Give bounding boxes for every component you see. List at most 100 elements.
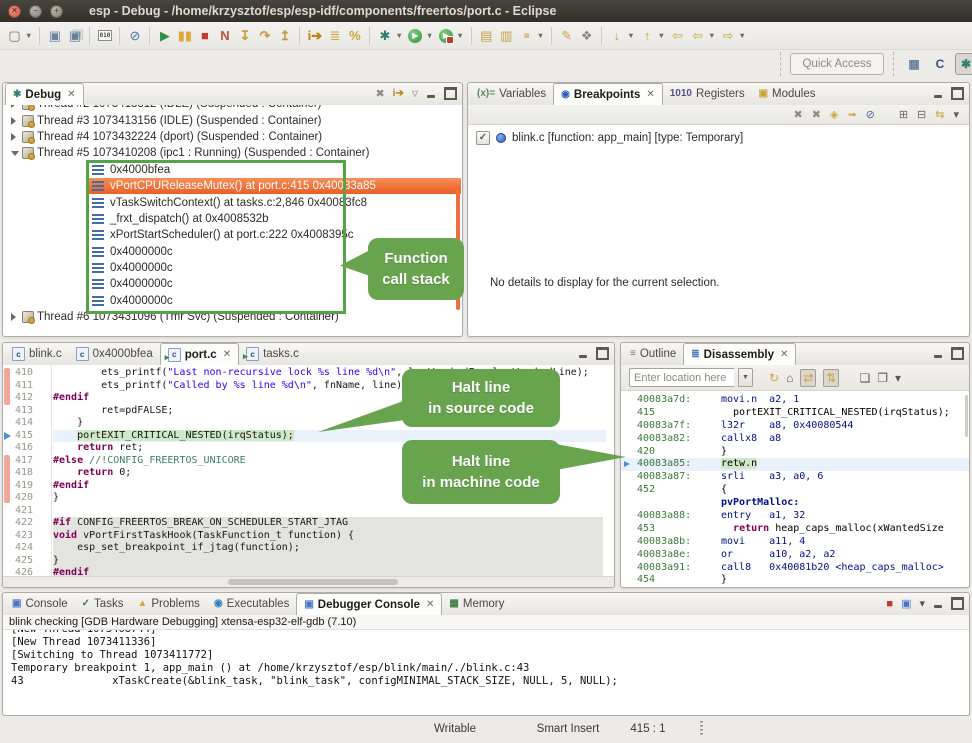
close-icon[interactable]: ✕ bbox=[67, 89, 75, 100]
skip-all-breakpoints-icon[interactable]: ⊘ bbox=[866, 108, 875, 121]
disasm-line[interactable]: 452{ bbox=[621, 484, 969, 497]
display-selected-console-icon[interactable]: ▣ bbox=[901, 597, 911, 610]
tab-0x4000bfea[interactable]: c0x4000bfea bbox=[69, 343, 160, 365]
minimize-icon[interactable] bbox=[933, 89, 943, 99]
console-dropdown-icon[interactable]: ▾ bbox=[919, 597, 925, 610]
close-icon[interactable]: ✕ bbox=[780, 349, 788, 360]
twisty-icon[interactable] bbox=[11, 151, 19, 156]
disasm-line[interactable]: 40083a7d:movi.n a2, 1 bbox=[621, 394, 969, 407]
minimize-icon[interactable] bbox=[426, 89, 436, 99]
step-into-button[interactable]: ↧ bbox=[235, 26, 254, 46]
breakpoint-row[interactable]: ✓ blink.c [function: app_main] [type: Te… bbox=[468, 125, 969, 145]
disasm-line[interactable]: 40083a85:retw.n bbox=[621, 458, 969, 471]
tab-breakpoints[interactable]: ◉Breakpoints✕ bbox=[553, 83, 663, 106]
tab-debugger-console[interactable]: ▣Debugger Console✕ bbox=[296, 593, 442, 616]
location-dropdown-icon[interactable]: ▼ bbox=[738, 368, 753, 387]
c-cpp-perspective-button[interactable]: C bbox=[929, 53, 951, 75]
use-step-filters-button[interactable]: % bbox=[345, 26, 364, 46]
forward-dropdown-icon[interactable]: ▼ bbox=[739, 31, 746, 40]
expand-all-icon[interactable]: ⊞ bbox=[899, 108, 908, 121]
window-close-button[interactable]: ✕ bbox=[8, 5, 21, 18]
twisty-icon[interactable] bbox=[11, 133, 16, 141]
pin-to-context-icon[interactable]: ❐ bbox=[877, 371, 888, 385]
editor-code-line[interactable]: 421 bbox=[3, 505, 614, 518]
debug-button[interactable]: ✱ bbox=[375, 26, 394, 46]
remove-all-terminated-icon[interactable]: ✖ bbox=[375, 87, 384, 100]
tab-problems[interactable]: ▲Problems bbox=[130, 593, 206, 615]
maximize-icon[interactable] bbox=[951, 347, 964, 360]
open-perspective-button[interactable]: ▦ bbox=[903, 53, 925, 75]
disasm-line[interactable]: 40083a88:entry a1, 32 bbox=[621, 510, 969, 523]
home-icon[interactable]: ⌂ bbox=[786, 371, 793, 385]
save-all-button[interactable]: ▣ bbox=[65, 26, 84, 46]
disasm-line[interactable]: 453 return heap_caps_malloc(xWantedSize bbox=[621, 523, 969, 536]
resume-button[interactable]: ▶ bbox=[155, 26, 174, 46]
disasm-line[interactable]: 40083a8b:movi a11, 4 bbox=[621, 536, 969, 549]
tab-variables[interactable]: (x)=Variables bbox=[470, 83, 553, 105]
disasm-line[interactable]: 40083a7f:l32r a8, 0x40080544 bbox=[621, 420, 969, 433]
window-minimize-button[interactable]: − bbox=[29, 5, 42, 18]
window-maximize-button[interactable]: + bbox=[50, 5, 63, 18]
annotation-properties-button[interactable]: ❖ bbox=[577, 26, 596, 46]
track-expression-icon[interactable]: ⇅ bbox=[823, 369, 839, 387]
twisty-icon[interactable] bbox=[11, 105, 16, 108]
tab-disassembly[interactable]: ≣Disassembly✕ bbox=[683, 343, 796, 366]
run-dropdown-icon[interactable]: ▼ bbox=[426, 31, 433, 40]
maximize-icon[interactable] bbox=[951, 87, 964, 100]
editor-code-line[interactable]: 425} bbox=[3, 555, 614, 568]
disasm-line[interactable]: 40083a91:call8 0x40081b20 <heap_caps_mal… bbox=[621, 562, 969, 575]
previous-edit-location-button[interactable]: ↑ bbox=[638, 26, 657, 46]
debug-thread-row[interactable]: Thread #4 1073432224 (dport) (Suspended … bbox=[3, 129, 462, 145]
new-c-project-button[interactable]: ▤ bbox=[477, 26, 496, 46]
debug-thread-row[interactable]: Thread #3 1073413156 (IDLE) (Suspended :… bbox=[3, 112, 462, 128]
previous-edit-location-dropdown-icon[interactable]: ▼ bbox=[658, 31, 665, 40]
external-tools-button[interactable]: ▶ bbox=[436, 26, 455, 46]
status-drag-handle[interactable] bbox=[700, 721, 703, 737]
step-over-button[interactable]: ↷ bbox=[255, 26, 274, 46]
minimize-icon[interactable] bbox=[933, 349, 943, 359]
close-icon[interactable]: ✕ bbox=[646, 89, 654, 100]
disasm-line[interactable]: 40083a82:callx8 a8 bbox=[621, 433, 969, 446]
editor-code-line[interactable]: 422#if CONFIG_FREERTOS_BREAK_ON_SCHEDULE… bbox=[3, 517, 614, 530]
disasm-line[interactable]: 415 portEXIT_CRITICAL_NESTED(irqStatus); bbox=[621, 407, 969, 420]
last-edit-location-dropdown-icon[interactable]: ▼ bbox=[627, 31, 634, 40]
terminate-button[interactable]: ■ bbox=[195, 26, 214, 46]
view-menu-icon[interactable]: ▽ bbox=[412, 89, 418, 98]
tab-registers[interactable]: 1010Registers bbox=[663, 83, 752, 105]
editor-code-line[interactable]: 423void vPortFirstTaskHook(TaskFunction_… bbox=[3, 530, 614, 543]
remove-breakpoint-icon[interactable]: ✖ bbox=[793, 108, 802, 121]
twisty-icon[interactable] bbox=[11, 313, 16, 321]
remove-all-breakpoints-icon[interactable]: ✖ bbox=[812, 108, 821, 121]
horizontal-scrollbar[interactable] bbox=[3, 576, 614, 587]
tab-tasks-c[interactable]: c▸tasks.c bbox=[239, 343, 306, 365]
binary-file-button[interactable]: 010 bbox=[95, 26, 114, 46]
minimize-icon[interactable] bbox=[578, 349, 588, 359]
refresh-icon[interactable]: ↻ bbox=[769, 371, 779, 385]
forward-button[interactable]: ⇨ bbox=[719, 26, 738, 46]
disasm-line[interactable]: 454} bbox=[621, 574, 969, 587]
back-to-button[interactable]: ⇦ bbox=[668, 26, 687, 46]
back-button[interactable]: ⇦ bbox=[688, 26, 707, 46]
debug-perspective-button[interactable]: ✱ bbox=[955, 53, 972, 75]
new-wizard-dropdown-icon[interactable]: ▼ bbox=[25, 31, 32, 40]
show-supported-breakpoints-icon[interactable]: ◈ bbox=[830, 108, 838, 121]
close-icon[interactable]: ✕ bbox=[223, 349, 231, 360]
editor-code-line[interactable]: 424 esp_set_breakpoint_if_jtag(function)… bbox=[3, 542, 614, 555]
go-to-file-for-breakpoint-icon[interactable]: ➟ bbox=[847, 108, 856, 121]
external-tools-dropdown-icon[interactable]: ▼ bbox=[456, 31, 463, 40]
debug-dropdown-icon[interactable]: ▼ bbox=[395, 31, 402, 40]
tab-debug[interactable]: ✱Debug✕ bbox=[5, 83, 84, 106]
tab-port-c[interactable]: c▸port.c✕ bbox=[160, 343, 239, 366]
maximize-icon[interactable] bbox=[596, 347, 609, 360]
search-dropdown-icon[interactable]: ▼ bbox=[537, 31, 544, 40]
disasm-line[interactable]: pvPortMalloc: bbox=[621, 497, 969, 510]
breakpoint-checkbox[interactable]: ✓ bbox=[476, 131, 490, 145]
new-wizard-button[interactable]: ▢ bbox=[5, 26, 24, 46]
maximize-icon[interactable] bbox=[951, 597, 964, 610]
last-edit-location-button[interactable]: ↓ bbox=[607, 26, 626, 46]
open-element-button[interactable]: ▥ bbox=[497, 26, 516, 46]
scrollbar-handle[interactable] bbox=[228, 579, 398, 585]
mark-occurrences-button[interactable]: ✎ bbox=[557, 26, 576, 46]
collapse-all-icon[interactable]: ⊟ bbox=[917, 108, 926, 121]
maximize-icon[interactable] bbox=[444, 87, 457, 100]
